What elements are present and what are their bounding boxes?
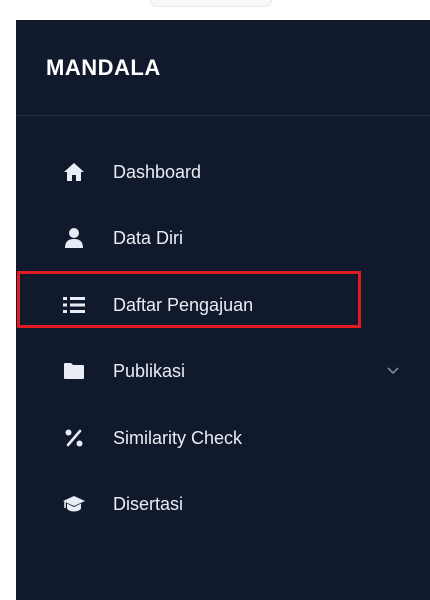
graduation-cap-icon [62,492,86,516]
chevron-down-icon[interactable] [386,363,400,377]
sidebar-item-daftar-pengajuan[interactable]: Daftar Pengajuan [16,283,430,327]
sidebar-item-label: Similarity Check [113,427,243,448]
sidebar-item-publikasi[interactable]: Publikasi [16,349,430,393]
browser-top-strip [0,0,430,20]
sidebar-item-label: Data Diri [113,227,184,248]
sidebar-item-label: Publikasi [113,360,186,381]
home-icon [62,160,86,184]
sidebar-item-dashboard[interactable]: Dashboard [16,150,430,194]
browser-tab[interactable] [150,0,272,7]
sidebar-brand: MANDALA [16,20,430,116]
sidebar-item-disertasi[interactable]: Disertasi [16,482,430,526]
brand-title: MANDALA [46,54,161,80]
user-icon [62,226,86,250]
sidebar-item-data-diri[interactable]: Data Diri [16,216,430,260]
sidebar-item-label: Daftar Pengajuan [113,294,254,315]
sidebar-item-label: Dashboard [113,161,202,182]
folder-icon [62,359,86,383]
percent-icon [62,426,86,450]
sidebar-item-similarity-check[interactable]: Similarity Check [16,416,430,460]
sidebar-item-label: Disertasi [113,493,184,514]
list-icon [62,293,86,317]
sidebar: MANDALA Dashboard Data Diri Daftar Penga… [16,20,430,600]
